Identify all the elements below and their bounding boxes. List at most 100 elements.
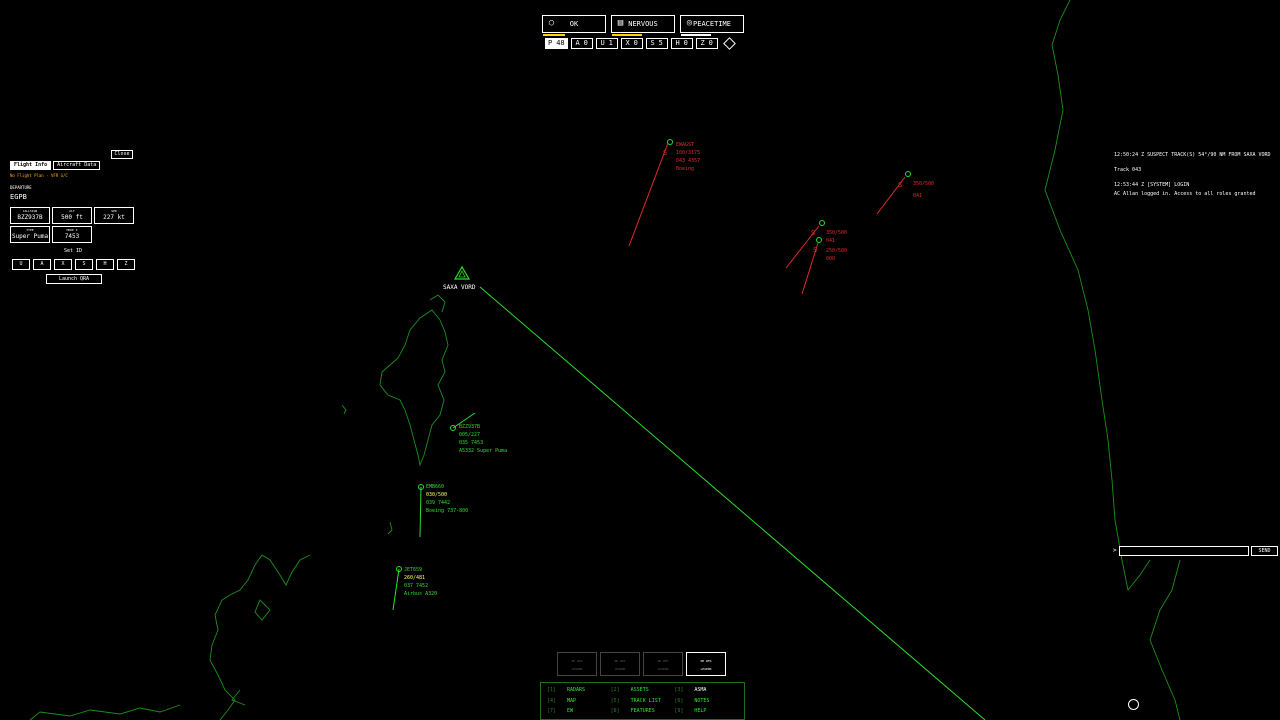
track-suspect[interactable]: S 350/500 041 — [876, 171, 934, 215]
id-button-u[interactable]: U — [12, 259, 30, 270]
menu-key: [2] — [610, 687, 620, 693]
counter-value: 0 — [633, 39, 638, 47]
track-line: Boeing 737-800 — [426, 508, 468, 514]
launch-qra-button[interactable]: Launch QRA — [46, 274, 102, 284]
track-suspect[interactable]: S 250/500 000 — [801, 237, 847, 295]
menu-label: FEATURES — [630, 708, 655, 715]
suspect-marker: S — [811, 229, 815, 237]
menu-item-help[interactable]: [9] HELP — [674, 708, 738, 715]
tab-flight-info[interactable]: Flight Info — [10, 161, 52, 170]
panel-tabs: Flight Info Aircraft Data — [10, 161, 101, 170]
counter-value: 48 — [556, 39, 565, 47]
mode-button-sub: LEGEND — [657, 667, 669, 671]
info-cell-spd: SPD 227 kt — [94, 207, 134, 224]
info-cell-value: BZZ937B — [17, 214, 43, 221]
track-suspect[interactable]: S 350/500 041 — [785, 220, 847, 269]
mode-button[interactable]: RH WFD LEGEND — [643, 652, 683, 676]
id-button-z[interactable]: Z — [117, 259, 135, 270]
mode-button[interactable]: RH WFD LEGEND — [600, 652, 640, 676]
info-cell-value: 227 kt — [103, 214, 125, 221]
tab-aircraft-data[interactable]: Aircraft Data — [53, 161, 101, 170]
mode-button[interactable]: RH WFD LEGEND — [557, 652, 597, 676]
departure-label: DEPARTURE — [10, 185, 32, 190]
menu-label: ASMA — [694, 687, 707, 693]
counter-value: 5 — [658, 39, 663, 47]
send-button[interactable]: SEND — [1251, 546, 1278, 556]
main-menu: [1] RADARS [2] ASSETS [3] ASMA [4] MAP [5] TR… — [540, 682, 745, 720]
counter-a[interactable]: A0 — [570, 38, 593, 49]
radar-map[interactable]: SAXA VORD BZZ937B 005/227 035 7453 A5332… — [0, 0, 1280, 720]
menu-label: HELP — [694, 708, 707, 715]
counter-key: A — [575, 39, 580, 47]
status-box-peacetime[interactable]: ◎ PEACETIME — [680, 15, 744, 36]
track-line: 039 7442 — [426, 500, 450, 506]
status-label: NERVOUS — [628, 20, 658, 28]
info-cell-value: Super Puma — [11, 233, 49, 240]
track-line: 041 — [913, 193, 922, 199]
menu-item-radars[interactable]: [1] RADARS — [547, 687, 611, 694]
menu-key: [5] — [610, 697, 620, 704]
menu-item-assets[interactable]: [2] ASSETS — [611, 687, 675, 694]
menu-label: EW — [567, 708, 574, 715]
menu-key: [7] — [547, 708, 557, 715]
person-icon: ○ — [548, 18, 555, 28]
track-callsign: EMB660 — [426, 484, 444, 490]
status-box-ok[interactable]: ○ OK — [542, 15, 606, 36]
log-line: 12:53:44 Z [SYSTEM] LOGIN — [1114, 182, 1190, 188]
mode-button[interactable]: RH WFD LEGEND — [686, 652, 726, 676]
id-buttons: U A X S H Z — [12, 259, 135, 270]
menu-label: NOTES — [694, 697, 710, 704]
menu-label: RADARS — [567, 687, 586, 693]
suspect-marker: S — [898, 181, 902, 189]
station-label: SAXA VORD — [443, 284, 476, 291]
menu-item-map[interactable]: [4] MAP — [547, 698, 611, 705]
track-line: 041 — [826, 238, 835, 244]
counter-p[interactable]: P 48 — [545, 38, 568, 49]
set-id-label: Set ID — [64, 248, 83, 254]
track-line: 005/227 — [459, 432, 480, 438]
status-box-nervous[interactable]: ▤ NERVOUS — [611, 15, 675, 36]
mode-button-title: RH WFD — [700, 659, 712, 663]
menu-item-track-list[interactable]: [5] TRACK LIST — [611, 698, 675, 705]
station-saxa-vord[interactable]: SAXA VORD — [443, 265, 476, 291]
counter-x[interactable]: X0 — [620, 38, 643, 49]
track-line: 030/500 — [426, 492, 447, 498]
track-callsign: 350/500 — [913, 181, 934, 187]
counter-h[interactable]: H0 — [670, 38, 693, 49]
id-button-a[interactable]: A — [33, 259, 51, 270]
id-button-s[interactable]: S — [75, 259, 93, 270]
id-button-h[interactable]: H — [96, 259, 114, 270]
track-friendly[interactable]: BZZ937B 005/227 035 7453 A5332 Super Pum… — [450, 412, 508, 454]
mode-button-title: RH WFD — [657, 659, 669, 663]
counter-value: 0 — [683, 39, 688, 47]
menu-item-features[interactable]: [8] FEATURES — [611, 708, 675, 715]
info-cell-callsign: CALLSIGN BZZ937B — [10, 207, 50, 224]
counter-u[interactable]: U1 — [595, 38, 618, 49]
counter-s[interactable]: S5 — [645, 38, 668, 49]
range-line — [479, 286, 986, 720]
message-log: 12:50:24 Z SUSPECT TRACK(S) 54°/90 NM FR… — [1114, 152, 1274, 206]
info-grid: CALLSIGN BZZ937B ALT 500 ft SPD 227 kt T… — [10, 207, 134, 243]
track-friendly[interactable]: EMB660 030/500 039 7442 Boeing 737-800 — [418, 484, 469, 538]
track-suspect[interactable]: S EWAGST 100/3175 043 4357 Boeing — [628, 139, 700, 247]
id-button-x[interactable]: X — [54, 259, 72, 270]
counter-value: 0 — [583, 39, 588, 47]
track-counters: P 48 A0 U1 X0 S5 H0 Z0 — [545, 37, 736, 50]
menu-item-asma[interactable]: [3] ASMA — [674, 687, 738, 694]
track-callsign: BZZ937B — [459, 424, 480, 430]
cursor-circle-icon — [1128, 699, 1139, 710]
mode-button-sub: LEGEND — [571, 667, 583, 671]
counter-z[interactable]: Z0 — [695, 38, 718, 49]
close-button[interactable]: Close — [111, 150, 133, 159]
counter-key: X — [625, 39, 630, 47]
menu-item-ew[interactable]: [7] EW — [547, 708, 611, 715]
suspect-tracks: S EWAGST 100/3175 043 4357 Boeing S 350/… — [628, 139, 934, 295]
counter-key: U — [600, 39, 605, 47]
diamond-icon[interactable] — [722, 37, 736, 50]
menu-key: [9] — [674, 708, 684, 715]
info-cell-type: TYPE Super Puma — [10, 226, 50, 243]
chat-input[interactable] — [1119, 546, 1249, 556]
log-line: Track 043 — [1114, 167, 1142, 173]
track-friendly[interactable]: JET659 260/481 037 7452 Airbus A320 — [392, 566, 437, 611]
menu-item-notes[interactable]: [6] NOTES — [674, 698, 738, 705]
